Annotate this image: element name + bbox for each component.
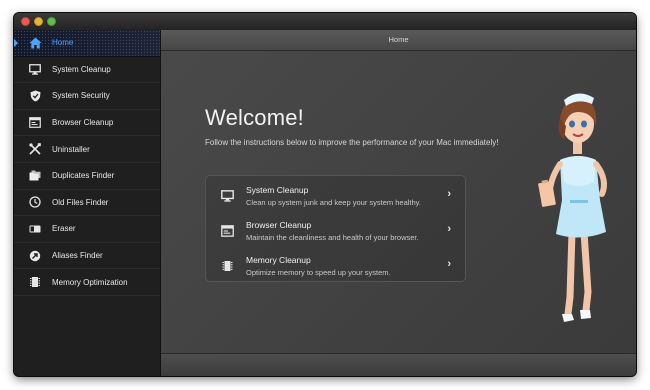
clock-icon — [28, 195, 42, 209]
card-browser-cleanup[interactable]: Browser Cleanup Maintain the cleanliness… — [206, 213, 465, 247]
sidebar-item-browser-cleanup[interactable]: Browser Cleanup — [14, 110, 160, 137]
chevron-right-icon: › — [447, 188, 451, 200]
card-description: Optimize memory to speed up your system. — [246, 268, 391, 277]
chevron-right-icon: › — [447, 223, 451, 235]
sidebar-item-aliases-finder[interactable]: Aliases Finder — [14, 243, 160, 270]
monitor-icon — [220, 189, 234, 203]
sidebar-item-label: Memory Optimization — [52, 277, 128, 287]
sidebar-item-label: System Security — [52, 91, 110, 101]
eraser-icon — [28, 222, 42, 236]
close-window-button[interactable] — [21, 17, 30, 26]
folders-icon — [28, 169, 42, 183]
sidebar-item-duplicates-finder[interactable]: Duplicates Finder — [14, 163, 160, 190]
sidebar-item-uninstaller[interactable]: Uninstaller — [14, 136, 160, 163]
monitor-icon — [28, 62, 42, 76]
bottom-bar — [161, 353, 636, 376]
card-title: Memory Cleanup — [246, 255, 311, 265]
sidebar-item-memory-optimization[interactable]: Memory Optimization — [14, 269, 160, 296]
chevron-right-icon: › — [447, 258, 451, 270]
sidebar-item-label: Uninstaller — [52, 144, 90, 154]
memory-chip-icon — [220, 259, 234, 273]
zoom-window-button[interactable] — [47, 17, 56, 26]
sidebar-item-label: Home — [52, 38, 74, 48]
shield-icon — [28, 89, 42, 103]
sidebar-item-label: Aliases Finder — [52, 251, 103, 261]
browser-icon — [220, 224, 234, 238]
welcome-subtitle: Follow the instructions below to improve… — [205, 138, 499, 147]
sidebar-item-label: System Cleanup — [52, 64, 111, 74]
sidebar-item-label: Duplicates Finder — [52, 171, 115, 181]
card-memory-cleanup[interactable]: Memory Cleanup Optimize memory to speed … — [206, 248, 465, 282]
sidebar-item-system-cleanup[interactable]: System Cleanup — [14, 57, 160, 84]
nurse-mascot-illustration — [538, 93, 607, 322]
page-title: Home — [161, 30, 636, 51]
quick-actions-panel: System Cleanup Clean up system junk and … — [205, 175, 466, 282]
card-title: System Cleanup — [246, 185, 309, 195]
sidebar-item-label: Browser Cleanup — [52, 118, 114, 128]
alias-arrow-icon — [28, 249, 42, 263]
memory-chip-icon — [28, 275, 42, 289]
sidebar-item-label: Old Files Finder — [52, 197, 109, 207]
minimize-window-button[interactable] — [34, 17, 43, 26]
card-description: Maintain the cleanliness and health of y… — [246, 233, 419, 242]
sidebar-item-home[interactable]: Home — [14, 30, 160, 57]
sidebar-item-label: Eraser — [52, 224, 76, 234]
home-icon — [28, 36, 42, 50]
card-title: Browser Cleanup — [246, 220, 312, 230]
tools-icon — [28, 142, 42, 156]
welcome-heading: Welcome! — [205, 105, 304, 130]
sidebar: Home System Cleanup System Security Brow… — [14, 30, 161, 376]
sidebar-item-old-files-finder[interactable]: Old Files Finder — [14, 190, 160, 217]
title-bar — [14, 13, 636, 31]
card-system-cleanup[interactable]: System Cleanup Clean up system junk and … — [206, 178, 465, 212]
sidebar-item-system-security[interactable]: System Security — [14, 83, 160, 110]
sidebar-item-eraser[interactable]: Eraser — [14, 216, 160, 243]
card-description: Clean up system junk and keep your syste… — [246, 198, 421, 207]
browser-icon — [28, 116, 42, 130]
